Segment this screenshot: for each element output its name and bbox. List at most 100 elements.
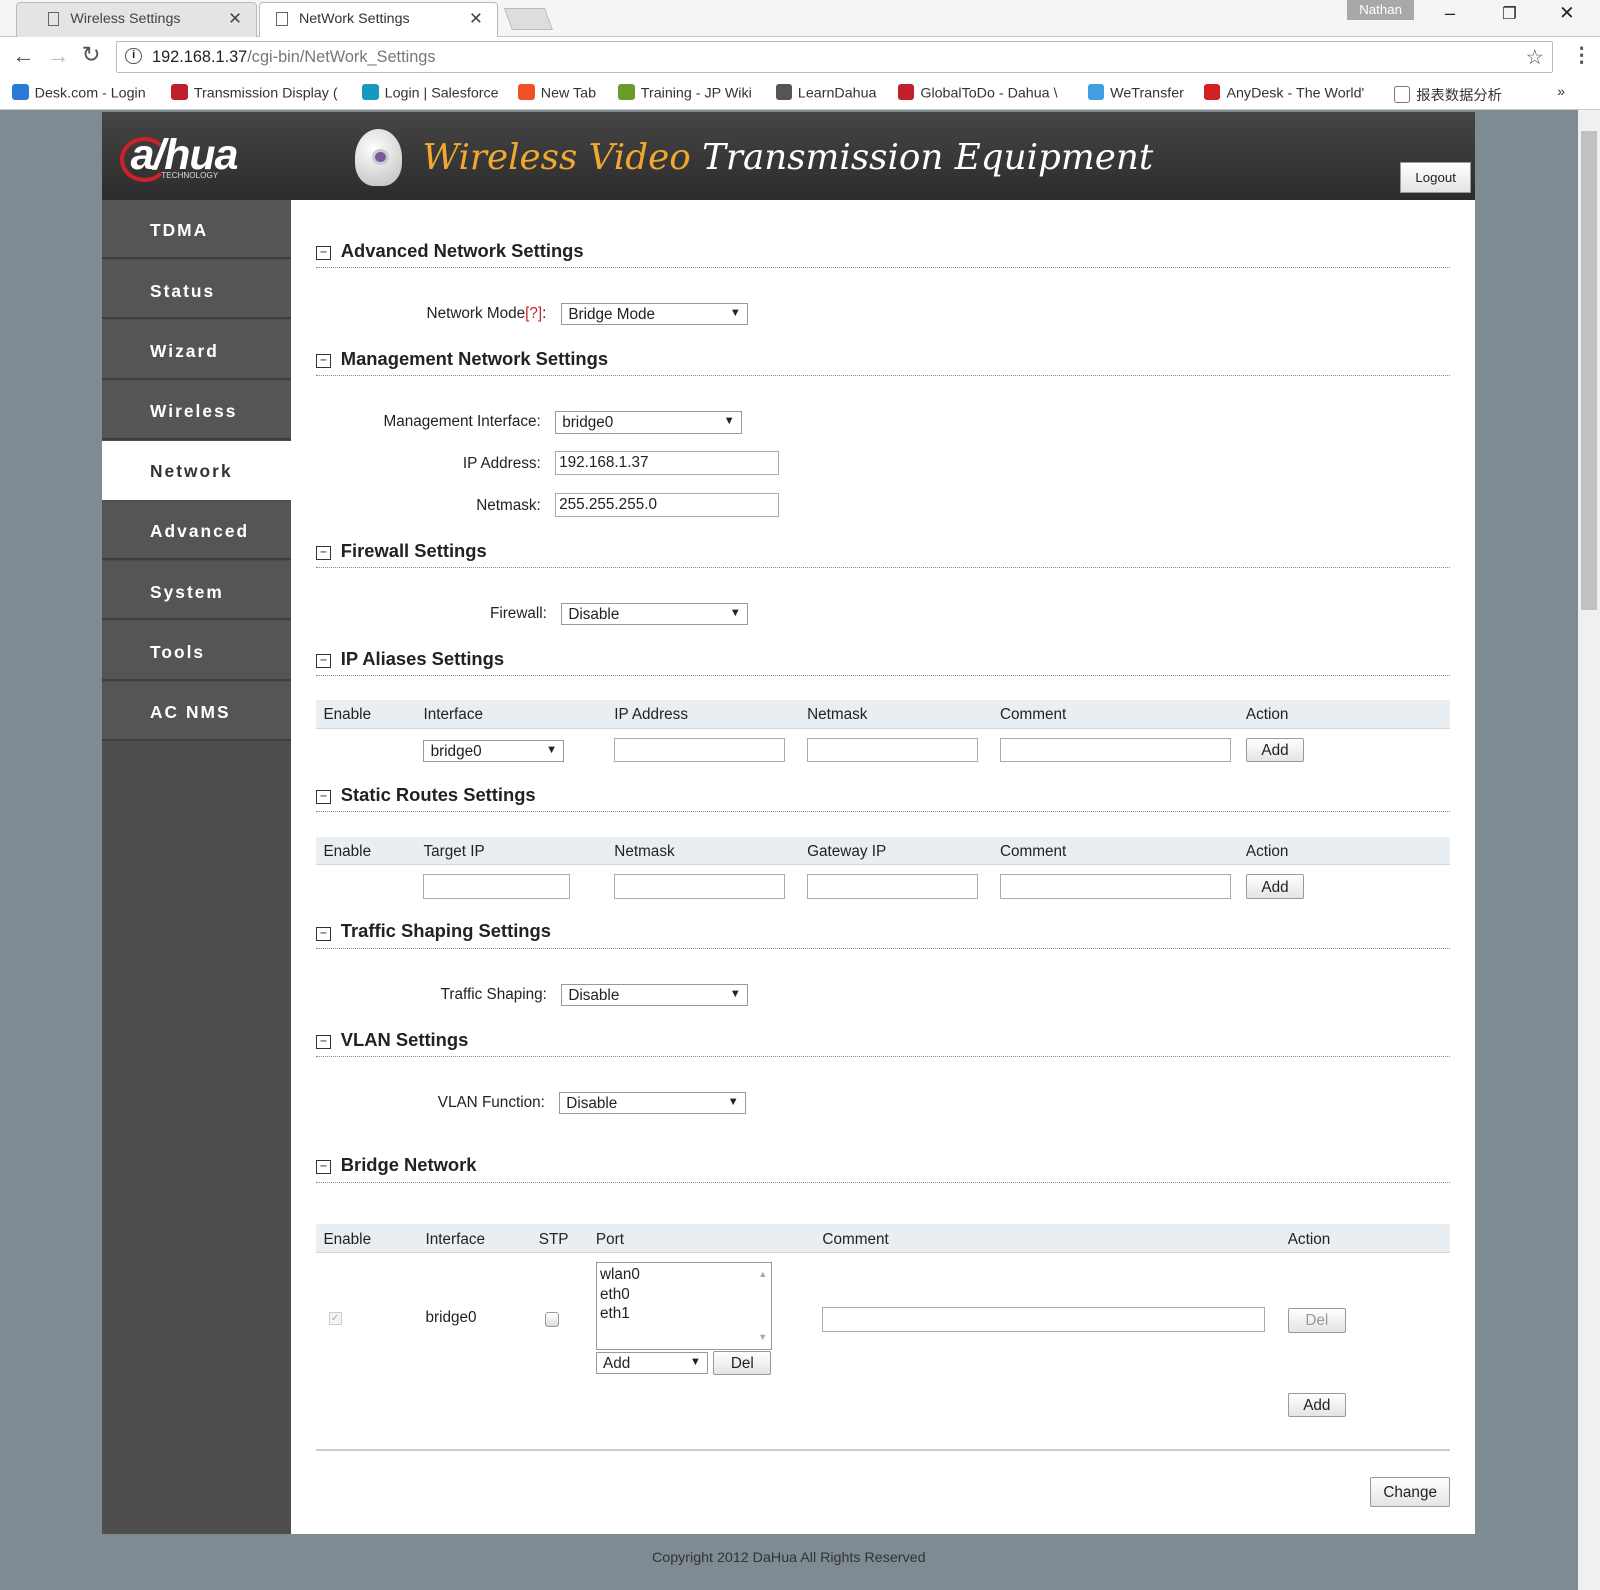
bookmark-item[interactable]: WeTransfer	[1087, 83, 1184, 101]
stp-checkbox[interactable]	[544, 1312, 560, 1327]
alias-ip-input[interactable]	[614, 737, 785, 763]
section-traffic-shaping: − Traffic Shaping Settings	[316, 920, 1450, 949]
static-routes-table-header: Enable Target IP Netmask Gateway IP Comm…	[316, 836, 1450, 866]
alias-comment-input[interactable]	[999, 737, 1231, 763]
menu-icon[interactable]: ⋮	[1571, 43, 1591, 68]
sidebar-item-tdma[interactable]: TDMA	[102, 199, 291, 260]
back-icon[interactable]: ←	[12, 43, 34, 69]
sidebar-item-network[interactable]: Network	[102, 440, 291, 500]
bookmarks-overflow-button[interactable]: »	[1557, 84, 1565, 100]
profile-badge[interactable]: Nathan	[1346, 0, 1415, 21]
management-interface-select[interactable]: bridge0	[555, 411, 742, 434]
tab-wireless-settings[interactable]: Wireless Settings ✕	[16, 2, 258, 37]
scrollbar[interactable]	[1577, 110, 1600, 1590]
info-icon[interactable]: i	[125, 47, 142, 65]
ip-address-input[interactable]	[555, 451, 779, 476]
port-action-select[interactable]: Add	[595, 1352, 709, 1375]
alias-netmask-input[interactable]	[807, 737, 978, 763]
sidebar-item-advanced[interactable]: Advanced	[102, 501, 291, 561]
sidebar-item-status[interactable]: Status	[102, 260, 291, 320]
bridge-table-header: Enable Interface STP Port Comment Action	[316, 1224, 1450, 1254]
section-static-routes: − Static Routes Settings	[316, 784, 1450, 813]
route-comment-input[interactable]	[999, 874, 1231, 899]
bookmark-item[interactable]: New Tab	[518, 83, 596, 101]
port-option[interactable]: eth1	[600, 1304, 768, 1323]
url-text: 192.168.1.37/cgi-bin/NetWork_Settings	[152, 47, 436, 66]
change-button[interactable]: Change	[1370, 1476, 1450, 1508]
route-netmask-input[interactable]	[614, 874, 785, 899]
alias-interface-select[interactable]: bridge0	[423, 739, 565, 763]
alias-add-button[interactable]: Add	[1245, 737, 1305, 763]
logout-button[interactable]: Logout	[1399, 162, 1472, 193]
help-link[interactable]: [?]	[525, 305, 542, 322]
webcam-icon	[355, 128, 403, 186]
minimize-icon[interactable]: –	[1445, 2, 1455, 24]
route-target-ip-input[interactable]	[423, 874, 571, 899]
reload-icon[interactable]: ↻	[82, 42, 101, 68]
close-tab-icon[interactable]: ✕	[469, 9, 483, 29]
firewall-select[interactable]: Disable	[561, 603, 748, 626]
collapse-icon[interactable]: −	[316, 654, 331, 669]
bookmark-item[interactable]: LearnDahua	[775, 83, 876, 101]
new-tab-button[interactable]	[504, 8, 554, 31]
firewall-label: Firewall:	[489, 605, 547, 623]
bookmark-item[interactable]: AnyDesk - The World'	[1204, 83, 1364, 101]
collapse-icon[interactable]: −	[316, 546, 331, 561]
ip-address-label: IP Address:	[462, 455, 541, 473]
scroll-up-icon[interactable]: ▲	[758, 1265, 767, 1284]
scroll-down-icon[interactable]: ▼	[758, 1328, 767, 1347]
collapse-icon[interactable]: −	[316, 1035, 331, 1049]
port-listbox[interactable]: wlan0 eth0 eth1 ▲ ▼	[595, 1262, 773, 1350]
restore-icon[interactable]: ❐	[1502, 4, 1517, 24]
bookmark-item[interactable]: Training - JP Wiki	[618, 83, 752, 101]
port-option[interactable]: wlan0	[600, 1265, 768, 1284]
bookmark-favicon-icon	[518, 83, 535, 100]
bookmark-item[interactable]: Transmission Display (	[171, 83, 338, 101]
sidebar-item-system[interactable]: System	[102, 561, 291, 621]
bookmark-item[interactable]: Desk.com - Login	[12, 83, 146, 101]
bookmark-star-icon[interactable]: ☆	[1526, 45, 1544, 70]
bookmark-favicon-icon	[1204, 83, 1221, 100]
network-mode-label: Network Mode[?]:	[426, 305, 547, 323]
vlan-function-select[interactable]: Disable	[559, 1091, 746, 1115]
scrollbar-thumb[interactable]	[1580, 130, 1597, 611]
collapse-icon[interactable]: −	[316, 790, 331, 805]
netmask-label: Netmask:	[476, 496, 541, 514]
vlan-function-label: VLAN Function:	[437, 1093, 545, 1111]
close-tab-icon[interactable]: ✕	[228, 9, 242, 29]
collapse-icon[interactable]: −	[316, 246, 331, 261]
bridge-enable-checkbox[interactable]: ✓	[328, 1312, 342, 1326]
forward-icon[interactable]: →	[47, 43, 69, 69]
bookmark-favicon-icon	[775, 83, 792, 100]
port-option[interactable]: eth0	[600, 1285, 768, 1304]
bookmark-favicon-icon	[1393, 86, 1411, 103]
network-mode-select[interactable]: Bridge Mode	[561, 303, 748, 326]
window-close-icon[interactable]: ✕	[1559, 2, 1574, 24]
collapse-icon[interactable]: −	[316, 354, 331, 369]
bridge-add-button[interactable]: Add	[1287, 1392, 1346, 1418]
browser-toolbar: ← → ↻ i 192.168.1.37/cgi-bin/NetWork_Set…	[0, 36, 1600, 78]
sidebar-item-ac-nms[interactable]: AC NMS	[102, 681, 291, 741]
footer-copyright: Copyright 2012 DaHua All Rights Reserved	[651, 1549, 926, 1566]
section-firewall: − Firewall Settings	[316, 540, 1450, 569]
sidebar-item-wizard[interactable]: Wizard	[102, 320, 291, 380]
bookmark-item[interactable]: GlobalToDo - Dahua \	[897, 83, 1058, 101]
route-gateway-input[interactable]	[807, 874, 978, 899]
traffic-shaping-label: Traffic Shaping:	[440, 985, 547, 1003]
main-content: − Advanced Network Settings Network Mode[…	[290, 199, 1476, 1534]
bookmark-favicon-icon	[362, 83, 379, 100]
bridge-comment-input[interactable]	[822, 1307, 1266, 1332]
netmask-input[interactable]	[555, 492, 779, 518]
sidebar-item-tools[interactable]: Tools	[102, 621, 291, 681]
route-add-button[interactable]: Add	[1245, 874, 1305, 899]
port-del-button[interactable]: Del	[713, 1350, 772, 1376]
bookmark-item[interactable]: 报表数据分析	[1393, 84, 1502, 105]
sidebar-item-wireless[interactable]: Wireless	[102, 380, 291, 440]
bridge-del-button[interactable]: Del	[1287, 1308, 1346, 1333]
tab-network-settings[interactable]: NetWork Settings ✕	[259, 2, 498, 37]
collapse-icon[interactable]: −	[316, 1160, 331, 1175]
collapse-icon[interactable]: −	[316, 926, 331, 941]
bookmark-item[interactable]: Login | Salesforce	[362, 83, 499, 101]
address-bar[interactable]: i 192.168.1.37/cgi-bin/NetWork_Settings …	[116, 40, 1554, 74]
traffic-shaping-select[interactable]: Disable	[561, 983, 748, 1007]
